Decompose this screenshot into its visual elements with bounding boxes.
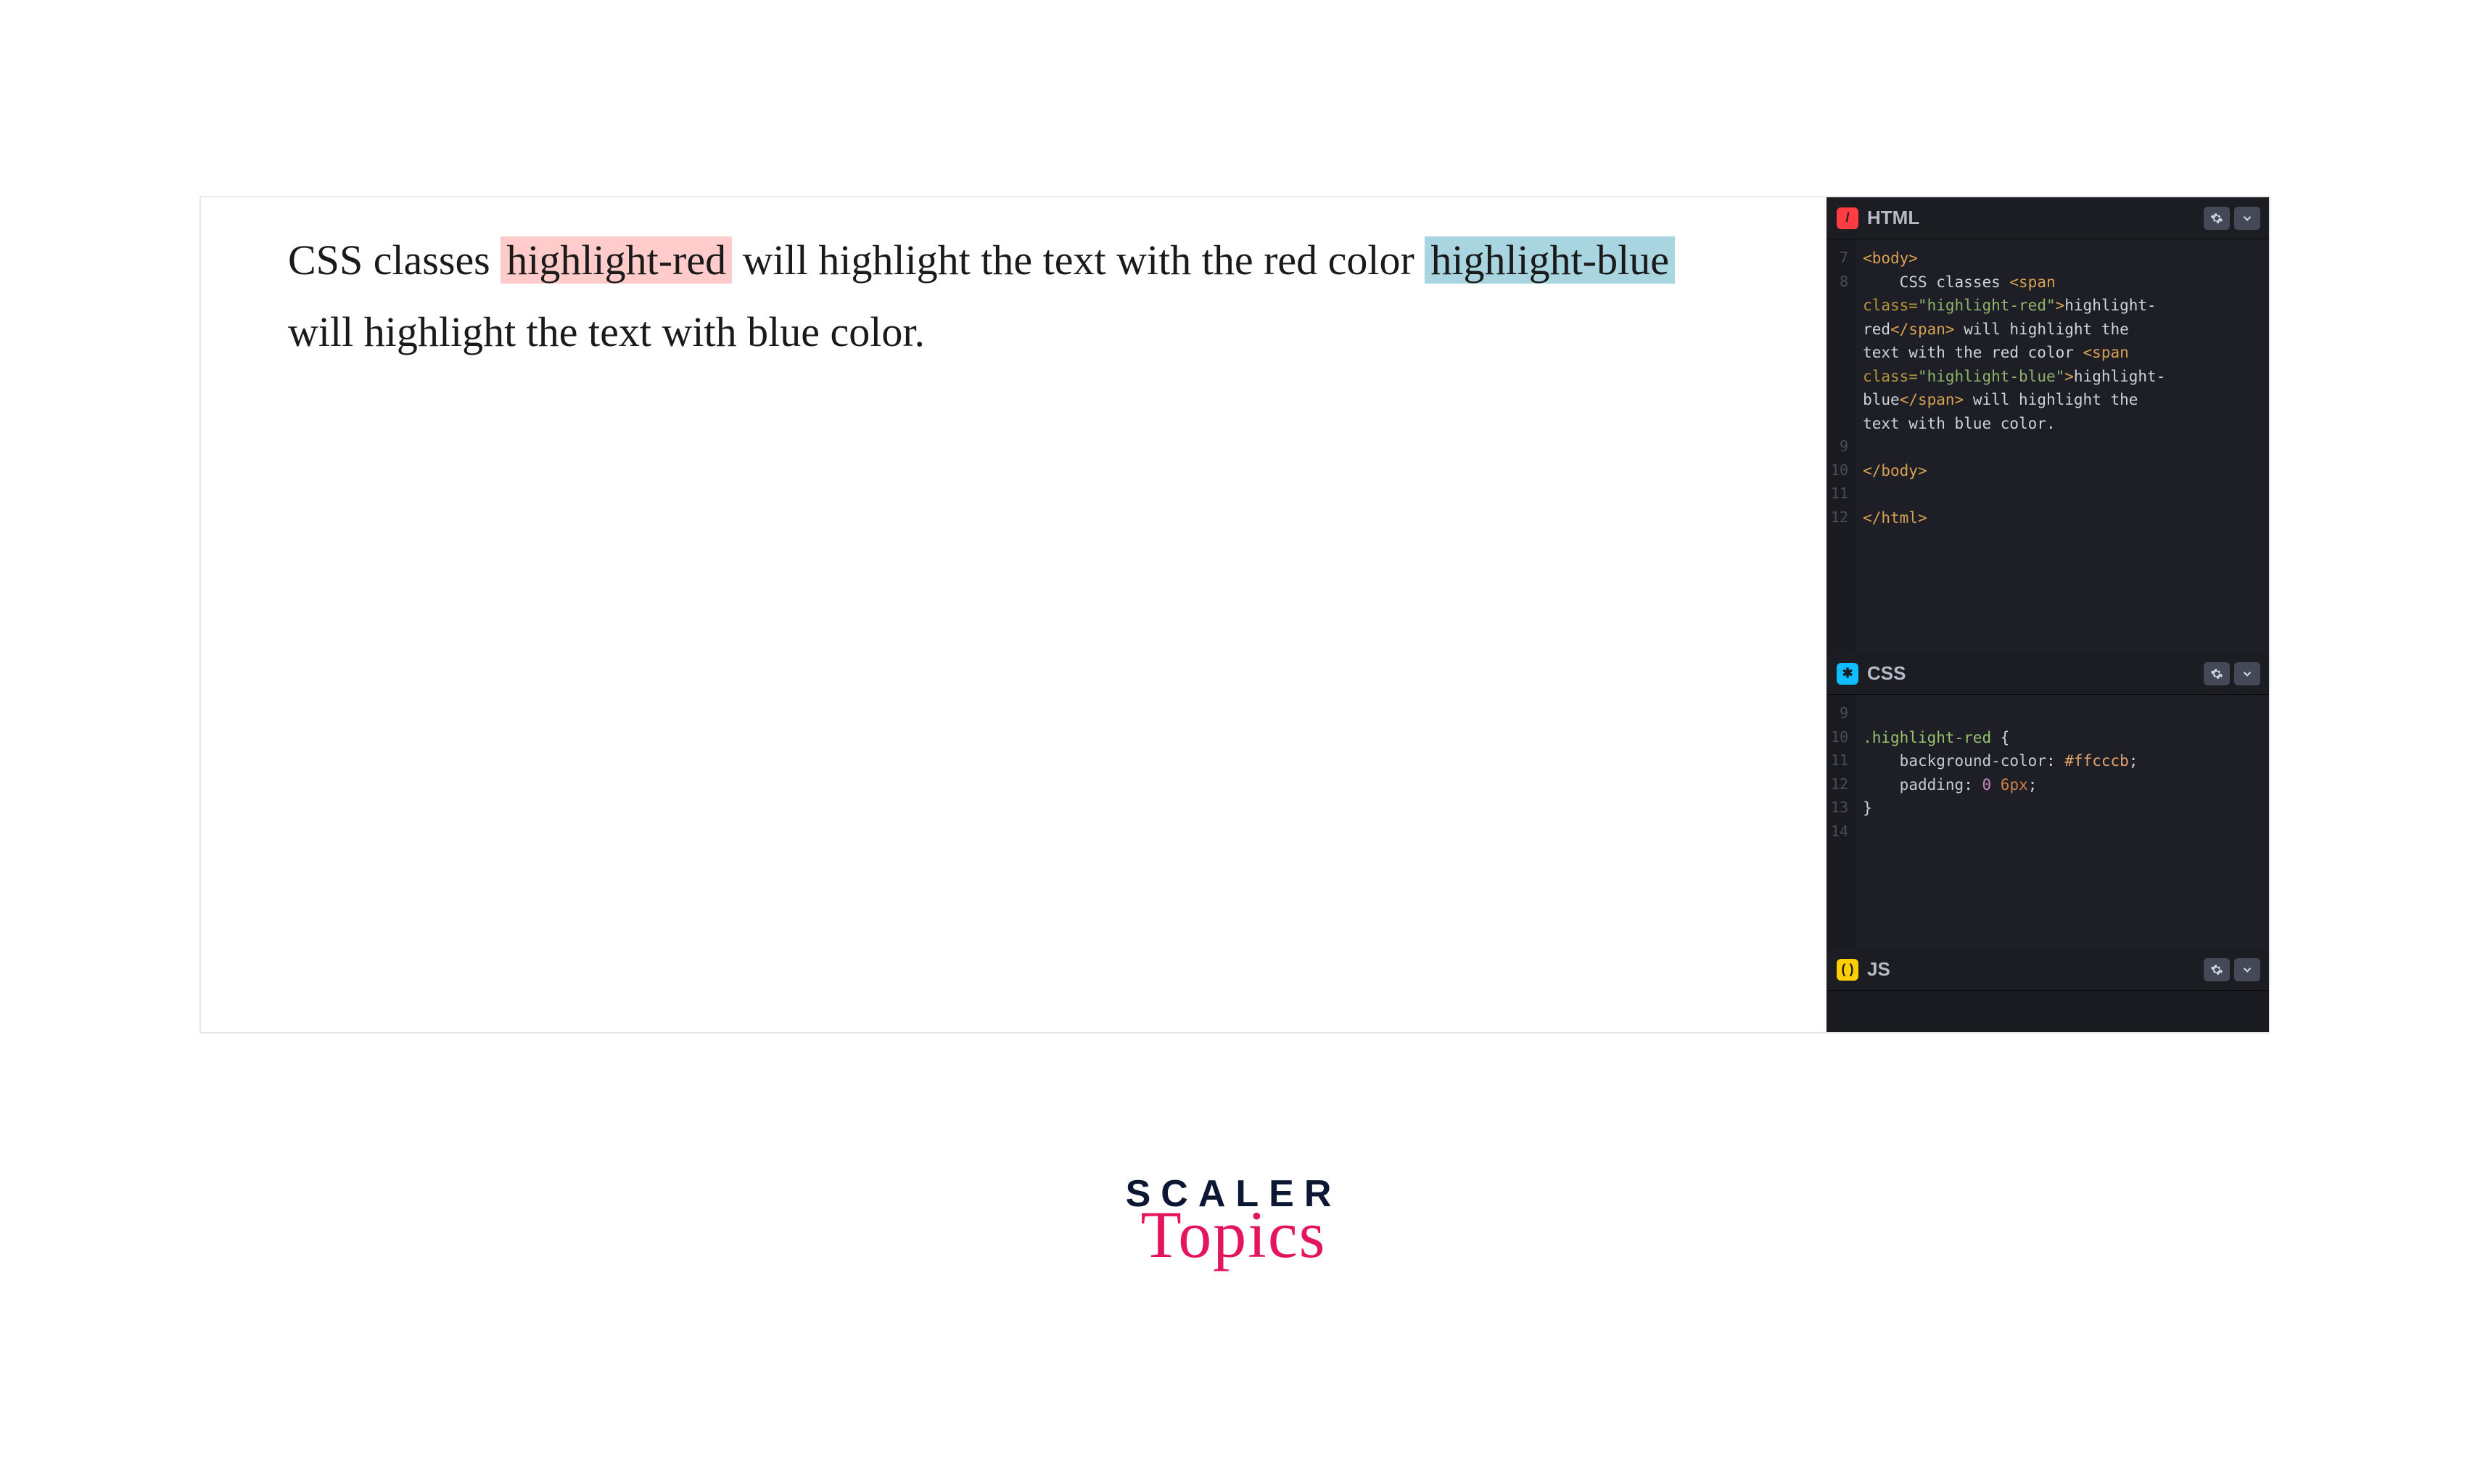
highlight-blue-span: highlight-blue — [1425, 236, 1675, 284]
code-token: <span — [2083, 344, 2129, 361]
html-gutter: 7 8 9 10 11 12 — [1826, 239, 1856, 653]
js-panel-actions — [2204, 958, 2260, 981]
code-token: highlight- — [2064, 297, 2156, 314]
line-number — [1831, 412, 1848, 436]
line-number: 11 — [1831, 482, 1848, 506]
line-number: 12 — [1831, 506, 1848, 530]
line-number — [1831, 365, 1848, 389]
html-panel-header[interactable]: / HTML — [1826, 197, 2269, 239]
code-token: { — [1991, 729, 2009, 746]
line-number: 9 — [1831, 702, 1848, 726]
chevron-down-icon[interactable] — [2234, 207, 2260, 230]
css-panel-title: CSS — [1867, 662, 2204, 685]
code-token: text with blue color. — [1863, 415, 2056, 432]
line-number — [1831, 318, 1848, 342]
code-token: .highlight-red — [1863, 729, 1991, 746]
line-number: 8 — [1831, 271, 1848, 294]
line-number — [1831, 294, 1848, 318]
css-panel-header[interactable]: ✱ CSS — [1826, 653, 2269, 695]
js-panel: ( ) JS — [1826, 949, 2269, 991]
line-number — [1831, 341, 1848, 365]
line-number: 10 — [1831, 459, 1848, 483]
gear-icon[interactable] — [2204, 207, 2230, 230]
code-token: 0 — [1982, 776, 1991, 793]
code-token: highlight- — [2074, 368, 2165, 385]
code-token: CSS classes — [1863, 273, 2009, 291]
line-number: 13 — [1831, 796, 1848, 820]
code-token: > — [2056, 297, 2065, 314]
preview-pane: CSS classes highlight-red will highlight… — [201, 197, 1826, 1032]
line-number: 10 — [1831, 726, 1848, 750]
code-token: <span — [2009, 273, 2055, 291]
code-token: </html> — [1863, 509, 1927, 527]
code-token: : — [2046, 752, 2064, 770]
html-panel-title: HTML — [1867, 207, 2204, 229]
code-token: } — [1863, 799, 1872, 817]
highlight-red-span: highlight-red — [501, 236, 732, 284]
code-token: red — [1863, 321, 1890, 338]
code-token: will highlight the — [1964, 391, 2147, 408]
code-token: </span> — [1900, 391, 1964, 408]
code-token: padding — [1863, 776, 1964, 793]
html-code-body[interactable]: 7 8 9 10 11 12 <body> CSS classes <span … — [1826, 239, 2269, 653]
css-panel-actions — [2204, 662, 2260, 685]
preview-text-2: will highlight the text with the red col… — [732, 236, 1425, 284]
line-number: 9 — [1831, 435, 1848, 459]
app-frame: CSS classes highlight-red will highlight… — [199, 196, 2270, 1034]
js-icon: ( ) — [1837, 959, 1858, 981]
preview-text-1: CSS classes — [288, 236, 501, 284]
line-number: 7 — [1831, 247, 1848, 271]
code-token: class= — [1863, 297, 1918, 314]
line-number: 14 — [1831, 820, 1848, 844]
css-icon: ✱ — [1837, 663, 1858, 685]
html-panel-actions — [2204, 207, 2260, 230]
preview-text-3: will highlight the text with blue color. — [288, 308, 925, 355]
code-token: text with the red color — [1863, 344, 2083, 361]
code-token: class= — [1863, 368, 1918, 385]
html-icon: / — [1837, 207, 1858, 229]
gear-icon[interactable] — [2204, 662, 2230, 685]
css-code-body[interactable]: 9 10 11 12 13 14 .highlight-red { backgr… — [1826, 695, 2269, 949]
css-gutter: 9 10 11 12 13 14 — [1826, 695, 1856, 949]
html-code[interactable]: <body> CSS classes <span class="highligh… — [1856, 239, 2269, 653]
css-panel: ✱ CSS 9 10 11 12 13 1 — [1826, 653, 2269, 949]
preview-paragraph: CSS classes highlight-red will highlight… — [288, 225, 1747, 368]
code-token: </span> — [1890, 321, 1955, 338]
gear-icon[interactable] — [2204, 958, 2230, 981]
code-token — [1991, 776, 2001, 793]
code-token: <body> — [1863, 250, 1918, 267]
code-token: background-color — [1863, 752, 2046, 770]
html-panel: / HTML 7 8 — [1826, 197, 2269, 653]
code-token: "highlight-blue" — [1918, 368, 2064, 385]
css-code[interactable]: .highlight-red { background-color: #ffcc… — [1856, 695, 2269, 949]
code-token: #ffcccb — [2064, 752, 2129, 770]
js-panel-header[interactable]: ( ) JS — [1826, 949, 2269, 991]
code-token: 6px — [2001, 776, 2028, 793]
line-number: 11 — [1831, 749, 1848, 773]
brand-logo: SCALER Topics — [1126, 1175, 1342, 1268]
line-number — [1831, 388, 1848, 412]
code-token: blue — [1863, 391, 1900, 408]
code-token: > — [2064, 368, 2074, 385]
editor-pane: / HTML 7 8 — [1826, 197, 2269, 1032]
code-token: ; — [2129, 752, 2138, 770]
chevron-down-icon[interactable] — [2234, 662, 2260, 685]
js-panel-title: JS — [1867, 958, 2204, 981]
brand-line2: Topics — [1126, 1201, 1342, 1268]
line-number: 12 — [1831, 773, 1848, 797]
chevron-down-icon[interactable] — [2234, 958, 2260, 981]
code-token: : — [1964, 776, 1982, 793]
code-token: "highlight-red" — [1918, 297, 2056, 314]
code-token: ; — [2028, 776, 2038, 793]
code-token: </body> — [1863, 462, 1927, 479]
code-token: will highlight the — [1955, 321, 2138, 338]
